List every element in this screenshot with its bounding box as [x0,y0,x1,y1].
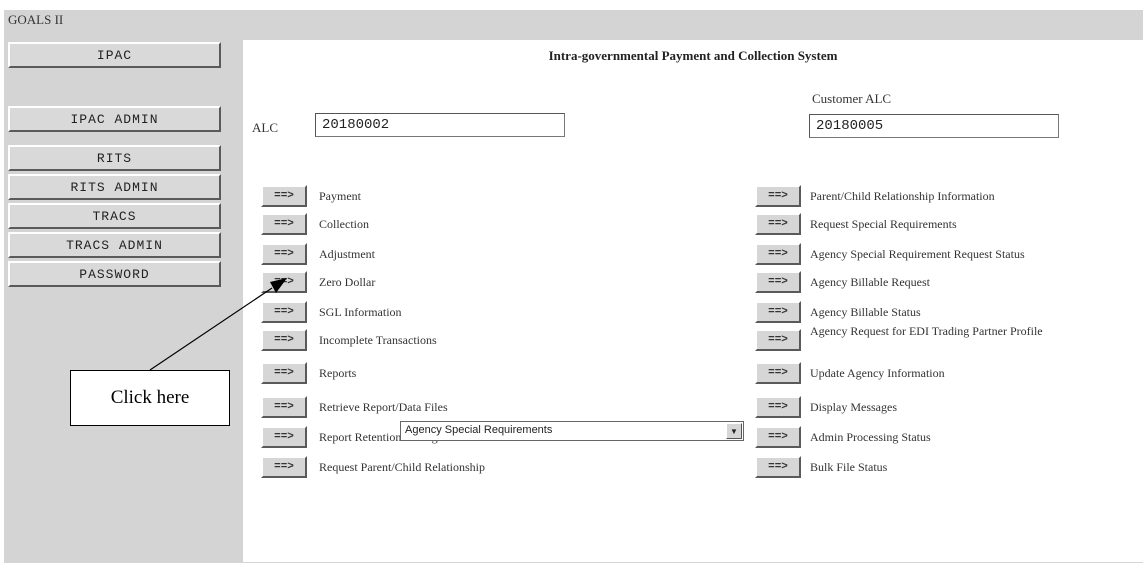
right-item-label[interactable]: Parent/Child Relationship Information [810,189,1140,203]
right-item-label[interactable]: Agency Special Requirement Request Statu… [810,247,1140,261]
left-arrow-button[interactable]: ==> [261,456,307,478]
click-here-callout: Click here [70,370,230,426]
reports-select[interactable]: Agency Special Requirements ▼ [400,421,744,441]
left-arrow-button[interactable]: ==> [261,185,307,207]
left-arrow-button[interactable]: ==> [261,301,307,323]
left-item-label[interactable]: SGL Information [319,305,739,319]
right-arrow-button[interactable]: ==> [755,426,801,448]
left-item-label[interactable]: Retrieve Report/Data Files [319,400,739,414]
right-arrow-button[interactable]: ==> [755,301,801,323]
sidebar-item-rits[interactable]: RITS [8,145,221,171]
left-item-label[interactable]: Payment [319,189,739,203]
left-item-label[interactable]: Reports [319,366,739,380]
sidebar-item-tracs[interactable]: TRACS [8,203,221,229]
left-item-label[interactable]: Incomplete Transactions [319,333,739,347]
right-arrow-button[interactable]: ==> [755,213,801,235]
right-item-label[interactable]: Update Agency Information [810,366,1140,380]
right-item-label[interactable]: Bulk File Status [810,460,1140,474]
left-item-label[interactable]: Collection [319,217,739,231]
app-window: GOALS II IPAC IPAC ADMIN RITS RITS ADMIN… [4,10,1143,563]
right-item-label[interactable]: Admin Processing Status [810,430,1140,444]
page-title: Intra-governmental Payment and Collectio… [548,48,838,63]
left-arrow-button[interactable]: ==> [261,213,307,235]
app-title: GOALS II [8,12,64,27]
right-arrow-button[interactable]: ==> [755,243,801,265]
customer-alc-input[interactable]: 20180005 [809,114,1059,138]
reports-select-value: Agency Special Requirements [405,424,553,436]
chevron-down-icon[interactable]: ▼ [726,423,742,439]
sidebar-item-ipac[interactable]: IPAC [8,42,221,68]
right-item-label[interactable]: Agency Request for EDI Trading Partner P… [810,324,1140,338]
sidebar-item-rits-admin[interactable]: RITS ADMIN [8,174,221,200]
main-panel: Intra-governmental Payment and Collectio… [243,40,1143,562]
right-arrow-button[interactable]: ==> [755,329,801,351]
left-arrow-button[interactable]: ==> [261,426,307,448]
right-arrow-button[interactable]: ==> [755,271,801,293]
left-arrow-button[interactable]: ==> [261,271,307,293]
customer-alc-label: Customer ALC [812,91,892,106]
right-item-label[interactable]: Display Messages [810,400,1140,414]
alc-label: ALC [252,120,278,135]
right-arrow-button[interactable]: ==> [755,185,801,207]
left-arrow-button[interactable]: ==> [261,329,307,351]
right-item-label[interactable]: Request Special Requirements [810,217,1140,231]
alc-input[interactable]: 20180002 [315,113,565,137]
right-item-label[interactable]: Agency Billable Request [810,275,1140,289]
right-arrow-button[interactable]: ==> [755,396,801,418]
right-item-label[interactable]: Agency Billable Status [810,305,1140,319]
right-arrow-button[interactable]: ==> [755,362,801,384]
right-arrow-button[interactable]: ==> [755,456,801,478]
left-arrow-button[interactable]: ==> [261,362,307,384]
left-item-label[interactable]: Adjustment [319,247,739,261]
sidebar-item-ipac-admin[interactable]: IPAC ADMIN [8,106,221,132]
left-arrow-button[interactable]: ==> [261,396,307,418]
left-arrow-button[interactable]: ==> [261,243,307,265]
left-item-label[interactable]: Zero Dollar [319,275,739,289]
sidebar-item-password[interactable]: PASSWORD [8,261,221,287]
sidebar-item-tracs-admin[interactable]: TRACS ADMIN [8,232,221,258]
left-item-label[interactable]: Request Parent/Child Relationship [319,460,739,474]
screen: GOALS II IPAC IPAC ADMIN RITS RITS ADMIN… [0,0,1147,575]
